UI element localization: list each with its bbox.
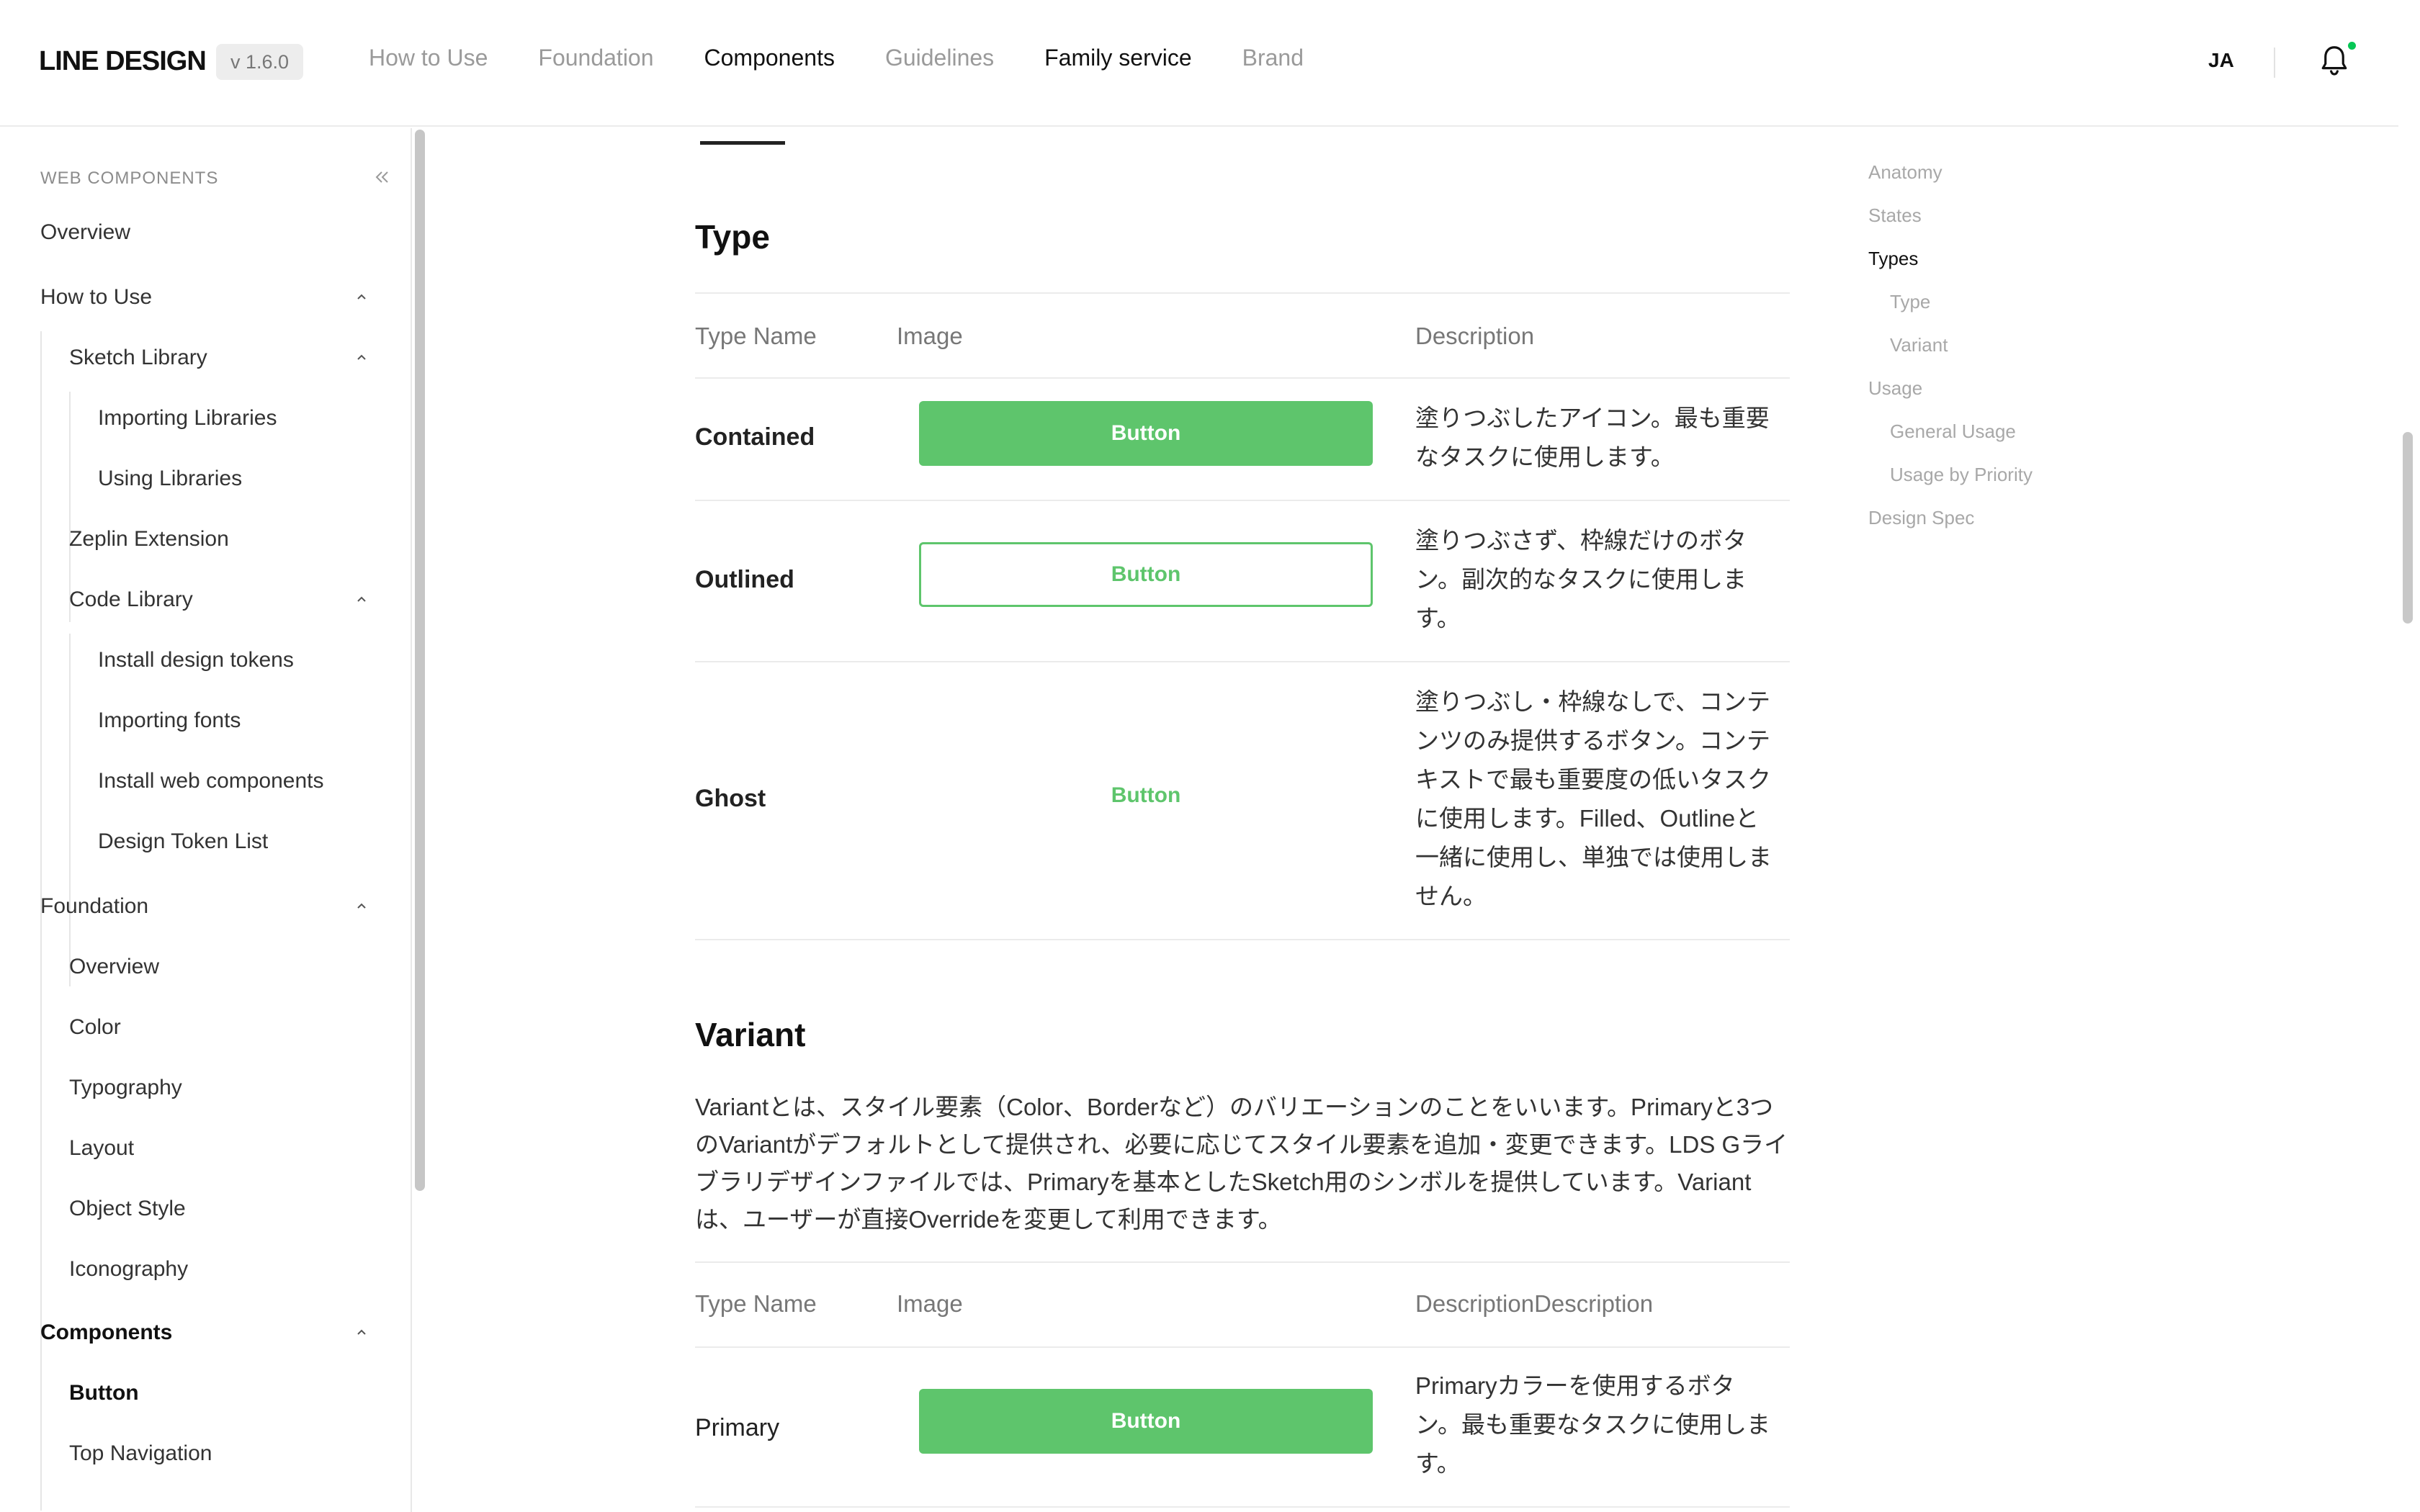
- col-header-image: Image: [897, 323, 963, 349]
- sidebar-item-color[interactable]: Color: [69, 1015, 121, 1040]
- row-name-outlined: Outlined: [695, 566, 794, 593]
- sidebar-item-layout[interactable]: Layout: [69, 1136, 134, 1161]
- bell-icon[interactable]: [2319, 45, 2349, 78]
- toc-item-type[interactable]: Type: [1890, 291, 1930, 313]
- nav-guidelines[interactable]: Guidelines: [885, 45, 994, 71]
- nav-how-to-use[interactable]: How to Use: [369, 45, 488, 71]
- sidebar-scrollbar[interactable]: [415, 130, 425, 1191]
- sidebar-item-sketch-library[interactable]: Sketch Library: [69, 346, 207, 370]
- sidebar-item-design-token-list[interactable]: Design Token List: [98, 829, 268, 854]
- logo[interactable]: LINE DESIGN: [39, 46, 207, 77]
- col-header-type-name: Type Name: [695, 323, 817, 349]
- primary-button-sample[interactable]: Button: [919, 1389, 1373, 1454]
- top-header: LINE DESIGN v 1.6.0 How to Use Foundatio…: [0, 0, 2398, 127]
- col-header-description: DescriptionDescription: [1415, 1290, 1654, 1317]
- sidebar-item-zeplin-extension[interactable]: Zeplin Extension: [69, 527, 229, 552]
- sidebar-item-components[interactable]: Components: [40, 1320, 172, 1345]
- tree-line: [40, 331, 42, 986]
- sidebar-item-install-design-tokens[interactable]: Install design tokens: [98, 648, 294, 672]
- col-header-description: Description: [1415, 323, 1535, 349]
- sidebar-item-foundation[interactable]: Foundation: [40, 894, 148, 919]
- col-header-image: Image: [897, 1290, 963, 1317]
- row-description-ghost: 塗りつぶし・枠線なしで、コンテンツのみ提供するボタン。コンテキストで最も重要度の…: [1415, 688, 1772, 909]
- chevron-up-icon[interactable]: [354, 1325, 369, 1339]
- sidebar-item-code-library[interactable]: Code Library: [69, 588, 193, 612]
- row-description-primary: Primaryカラーを使用するボタン。最も重要なタスクに使用します。: [1415, 1372, 1771, 1477]
- sidebar-item-install-web-components[interactable]: Install web components: [98, 769, 324, 793]
- divider: [695, 500, 1790, 501]
- sidebar-item-foundation-overview[interactable]: Overview: [69, 955, 159, 979]
- sidebar-item-importing-libraries[interactable]: Importing Libraries: [98, 406, 277, 431]
- sidebar-item-how-to-use[interactable]: How to Use: [40, 285, 152, 310]
- divider: [695, 1506, 1790, 1508]
- toc-item-general-usage[interactable]: General Usage: [1890, 420, 2016, 443]
- nav-foundation[interactable]: Foundation: [538, 45, 653, 71]
- header-divider: [2274, 48, 2275, 78]
- toc-item-design-spec[interactable]: Design Spec: [1868, 507, 1974, 529]
- row-name-contained: Contained: [695, 423, 815, 451]
- divider: [695, 939, 1790, 940]
- nav-brand[interactable]: Brand: [1242, 45, 1304, 71]
- toc-item-usage[interactable]: Usage: [1868, 377, 1922, 400]
- toc-item-usage-by-priority[interactable]: Usage by Priority: [1890, 464, 2033, 486]
- top-navigation: How to Use Foundation Components Guideli…: [369, 45, 1354, 71]
- chevron-up-icon[interactable]: [354, 899, 369, 913]
- variant-section-title: Variant: [695, 1016, 806, 1053]
- notification-dot: [2348, 42, 2356, 50]
- sidebar: WEB COMPONENTS Overview How to Use Sketc…: [0, 128, 412, 1512]
- row-description-contained: 塗りつぶしたアイコン。最も重要なタスクに使用します。: [1415, 405, 1770, 470]
- outlined-button-sample[interactable]: Button: [919, 542, 1373, 607]
- sidebar-item-overview[interactable]: Overview: [40, 220, 130, 245]
- sidebar-item-using-libraries[interactable]: Using Libraries: [98, 467, 242, 491]
- ghost-button-sample[interactable]: Button: [919, 763, 1373, 828]
- contained-button-sample[interactable]: Button: [919, 401, 1373, 466]
- sidebar-title: WEB COMPONENTS: [40, 168, 219, 188]
- toc-item-types[interactable]: Types: [1868, 248, 1918, 270]
- sidebar-item-button[interactable]: Button: [69, 1381, 139, 1405]
- col-header-type-name: Type Name: [695, 1290, 817, 1317]
- language-switcher[interactable]: JA: [2208, 49, 2234, 72]
- row-name-primary: Primary: [695, 1414, 780, 1441]
- tree-line: [40, 1367, 42, 1511]
- variant-description: Variantとは、スタイル要素（Color、Borderなど）のバリエーション…: [695, 1094, 1788, 1233]
- divider: [695, 1261, 1790, 1263]
- chevron-up-icon[interactable]: [354, 592, 369, 606]
- sidebar-item-object-style[interactable]: Object Style: [69, 1197, 186, 1221]
- divider: [695, 292, 1790, 294]
- row-name-ghost: Ghost: [695, 785, 766, 812]
- sidebar-item-typography[interactable]: Typography: [69, 1076, 182, 1100]
- sidebar-item-top-navigation[interactable]: Top Navigation: [69, 1441, 212, 1466]
- double-chevron-left-icon[interactable]: [373, 168, 390, 186]
- tree-line: [69, 634, 71, 986]
- sidebar-item-iconography[interactable]: Iconography: [69, 1257, 188, 1282]
- type-section-title: Type: [695, 218, 770, 256]
- divider: [695, 377, 1790, 379]
- toc-item-variant[interactable]: Variant: [1890, 334, 1948, 356]
- nav-family-service[interactable]: Family service: [1044, 45, 1191, 71]
- version-badge: v 1.6.0: [216, 44, 304, 80]
- toc-item-anatomy[interactable]: Anatomy: [1868, 161, 1942, 184]
- toc-item-states[interactable]: States: [1868, 204, 1922, 227]
- row-description-outlined: 塗りつぶさず、枠線だけのボタン。副次的なタスクに使用します。: [1415, 527, 1747, 631]
- chevron-up-icon[interactable]: [354, 350, 369, 364]
- sidebar-item-importing-fonts[interactable]: Importing fonts: [98, 708, 241, 733]
- chevron-up-icon[interactable]: [354, 289, 369, 304]
- divider: [695, 661, 1790, 662]
- nav-components[interactable]: Components: [704, 45, 835, 71]
- main-scrollbar[interactable]: [2403, 432, 2413, 624]
- active-tab-indicator: [700, 141, 785, 145]
- divider: [695, 1346, 1790, 1348]
